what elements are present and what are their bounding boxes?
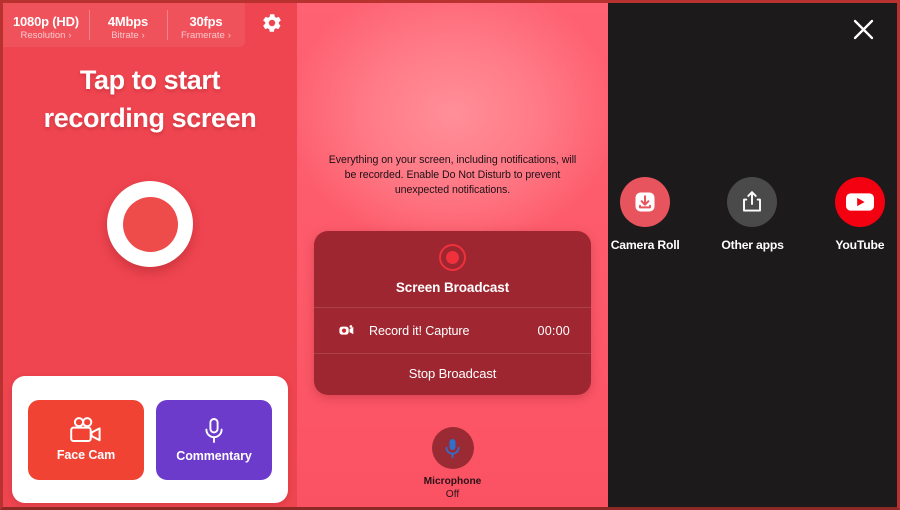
microphone-icon [445, 439, 460, 459]
page-title: Tap to start recording screen [3, 61, 297, 137]
framerate-value: 30fps [189, 13, 223, 29]
resolution-label: Resolution [20, 29, 66, 41]
recording-notice: Everything on your screen, including not… [328, 154, 577, 196]
page-title-line-2: recording screen [43, 103, 257, 133]
face-cam-label: Face Cam [56, 448, 116, 462]
save-to-camera-roll-icon [635, 192, 655, 212]
screen-broadcast-sheet: Screen Broadcast Record it! Capture 00:0… [314, 231, 591, 395]
chevron-right-icon: › [141, 30, 145, 40]
broadcast-app-row[interactable]: Record it! Capture 00:00 [314, 308, 591, 353]
broadcast-app-name: Record it! Capture [369, 323, 470, 338]
youtube-icon [845, 193, 874, 211]
page-title-line-1: Tap to start [79, 65, 221, 95]
record-camera-glyph-icon [339, 325, 354, 335]
commentary-label: Commentary [176, 448, 252, 463]
microphone-toggle[interactable]: Microphone Off [297, 427, 608, 501]
camera-roll-label: Camera Roll [610, 238, 680, 252]
chevron-right-icon: › [68, 30, 72, 40]
share-target-camera-roll[interactable]: Camera Roll [608, 177, 682, 252]
framerate-label-row: Framerate › [177, 30, 235, 41]
other-apps-circle [727, 177, 778, 227]
broadcast-confirmation-screen: Everything on your screen, including not… [297, 3, 608, 507]
action-card: Face Cam Commentary [12, 376, 288, 503]
recorder-home-screen: 1080p (HD) Resolution › 4Mbps Bitrate › … [3, 3, 297, 507]
other-apps-label: Other apps [721, 238, 784, 252]
bitrate-value: 4Mbps [107, 13, 148, 29]
resolution-value: 1080p (HD) [13, 13, 79, 29]
start-recording-button[interactable] [107, 181, 193, 267]
microphone-label: Microphone [423, 476, 482, 487]
stop-broadcast-button[interactable]: Stop Broadcast [314, 354, 591, 395]
camera-roll-circle [620, 177, 671, 227]
share-target-youtube[interactable]: YouTube [823, 177, 897, 252]
microphone-caption: Microphone Off [424, 475, 482, 501]
sheet-title: Screen Broadcast [395, 280, 510, 295]
record-dot-icon [439, 244, 466, 271]
youtube-circle [834, 177, 885, 227]
broadcast-timer: 00:00 [537, 323, 570, 338]
settings-bar: 1080p (HD) Resolution › 4Mbps Bitrate › … [3, 3, 297, 47]
video-camera-icon [70, 417, 101, 442]
gear-icon [263, 14, 281, 32]
chevron-right-icon: › [227, 30, 231, 40]
close-button[interactable] [849, 15, 877, 43]
share-target-list: Camera Roll Other apps YouTube [608, 177, 897, 252]
record-dot-icon [122, 196, 178, 252]
close-icon [853, 19, 873, 39]
record-it-app-icon [335, 319, 358, 342]
setting-chip-framerate[interactable]: 30fps Framerate › [166, 3, 245, 47]
bitrate-label-row: Bitrate › [99, 30, 157, 41]
screenshot-root: 1080p (HD) Resolution › 4Mbps Bitrate › … [0, 0, 900, 510]
microphone-circle [431, 427, 474, 469]
framerate-label: Framerate [181, 29, 225, 41]
youtube-label: YouTube [835, 238, 885, 252]
share-target-other-apps[interactable]: Other apps [715, 177, 789, 252]
face-cam-button[interactable]: Face Cam [28, 399, 144, 480]
settings-button[interactable] [259, 10, 285, 36]
settings-chip-group: 1080p (HD) Resolution › 4Mbps Bitrate › … [3, 3, 245, 47]
microphone-state: Off [445, 489, 460, 500]
bitrate-label: Bitrate [111, 29, 139, 41]
share-icon [743, 191, 762, 212]
sheet-header: Screen Broadcast [314, 231, 591, 307]
share-screen: Camera Roll Other apps YouTube [608, 3, 897, 507]
setting-chip-resolution[interactable]: 1080p (HD) Resolution › [3, 3, 89, 47]
resolution-label-row: Resolution › [13, 30, 79, 41]
microphone-icon [205, 417, 223, 443]
setting-chip-bitrate[interactable]: 4Mbps Bitrate › [88, 3, 167, 47]
commentary-button[interactable]: Commentary [156, 399, 272, 480]
